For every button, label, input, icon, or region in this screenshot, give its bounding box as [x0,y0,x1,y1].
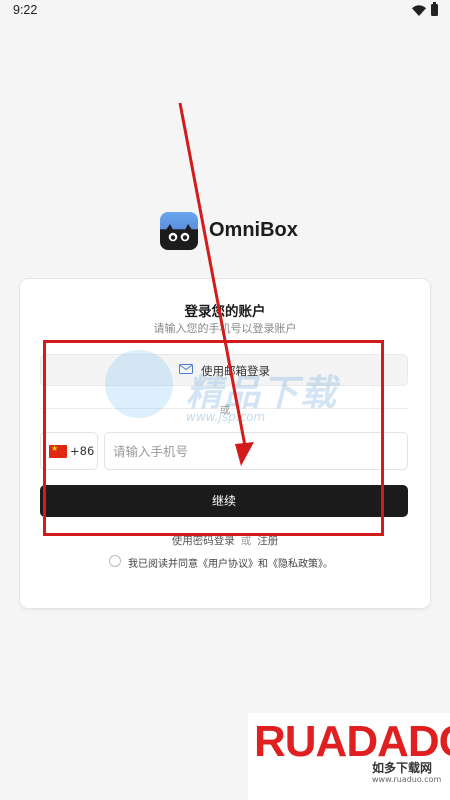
china-flag-icon [49,444,67,458]
app-name: OmniBox [209,219,298,241]
login-title: 登录您的账户 [184,304,266,320]
register-link[interactable]: 注册 [257,535,278,547]
ruadado-url: www.ruaduo.com [372,775,442,784]
email-login-button[interactable]: 使用邮箱登录 [40,354,408,386]
status-bar: 9:22 [0,0,450,22]
country-code-selector[interactable]: +86 [40,432,98,470]
status-time: 9:22 [13,3,38,17]
battery-icon [431,2,438,16]
phone-input[interactable] [104,432,408,470]
or-separator: 或 [219,404,231,416]
login-subtitle: 请输入您的手机号以登录账户 [153,322,297,335]
agreement-text: 我已阅读并同意《用户协议》和《隐私政策》。 [128,559,333,570]
country-code: +86 [70,444,95,458]
password-login-link[interactable]: 使用密码登录 [172,535,235,547]
continue-button[interactable]: 继续 [40,485,408,517]
agreement-row: 我已阅读并同意《用户协议》和《隐私政策》。 [109,555,409,570]
ruadado-watermark: RUADADO 如多下载网 www.ruaduo.com [248,713,450,800]
ruadado-cn: 如多下载网 [372,761,433,775]
alt-login-links: 使用密码登录或注册 [0,533,450,548]
omnibox-logo-icon [160,212,198,250]
or-inline: 或 [240,535,252,547]
mail-icon [179,364,193,374]
wifi-icon [412,5,426,16]
email-login-label: 使用邮箱登录 [201,364,270,378]
agreement-checkbox[interactable] [109,555,121,567]
ruadado-logo-text: RUADADO [254,717,450,766]
